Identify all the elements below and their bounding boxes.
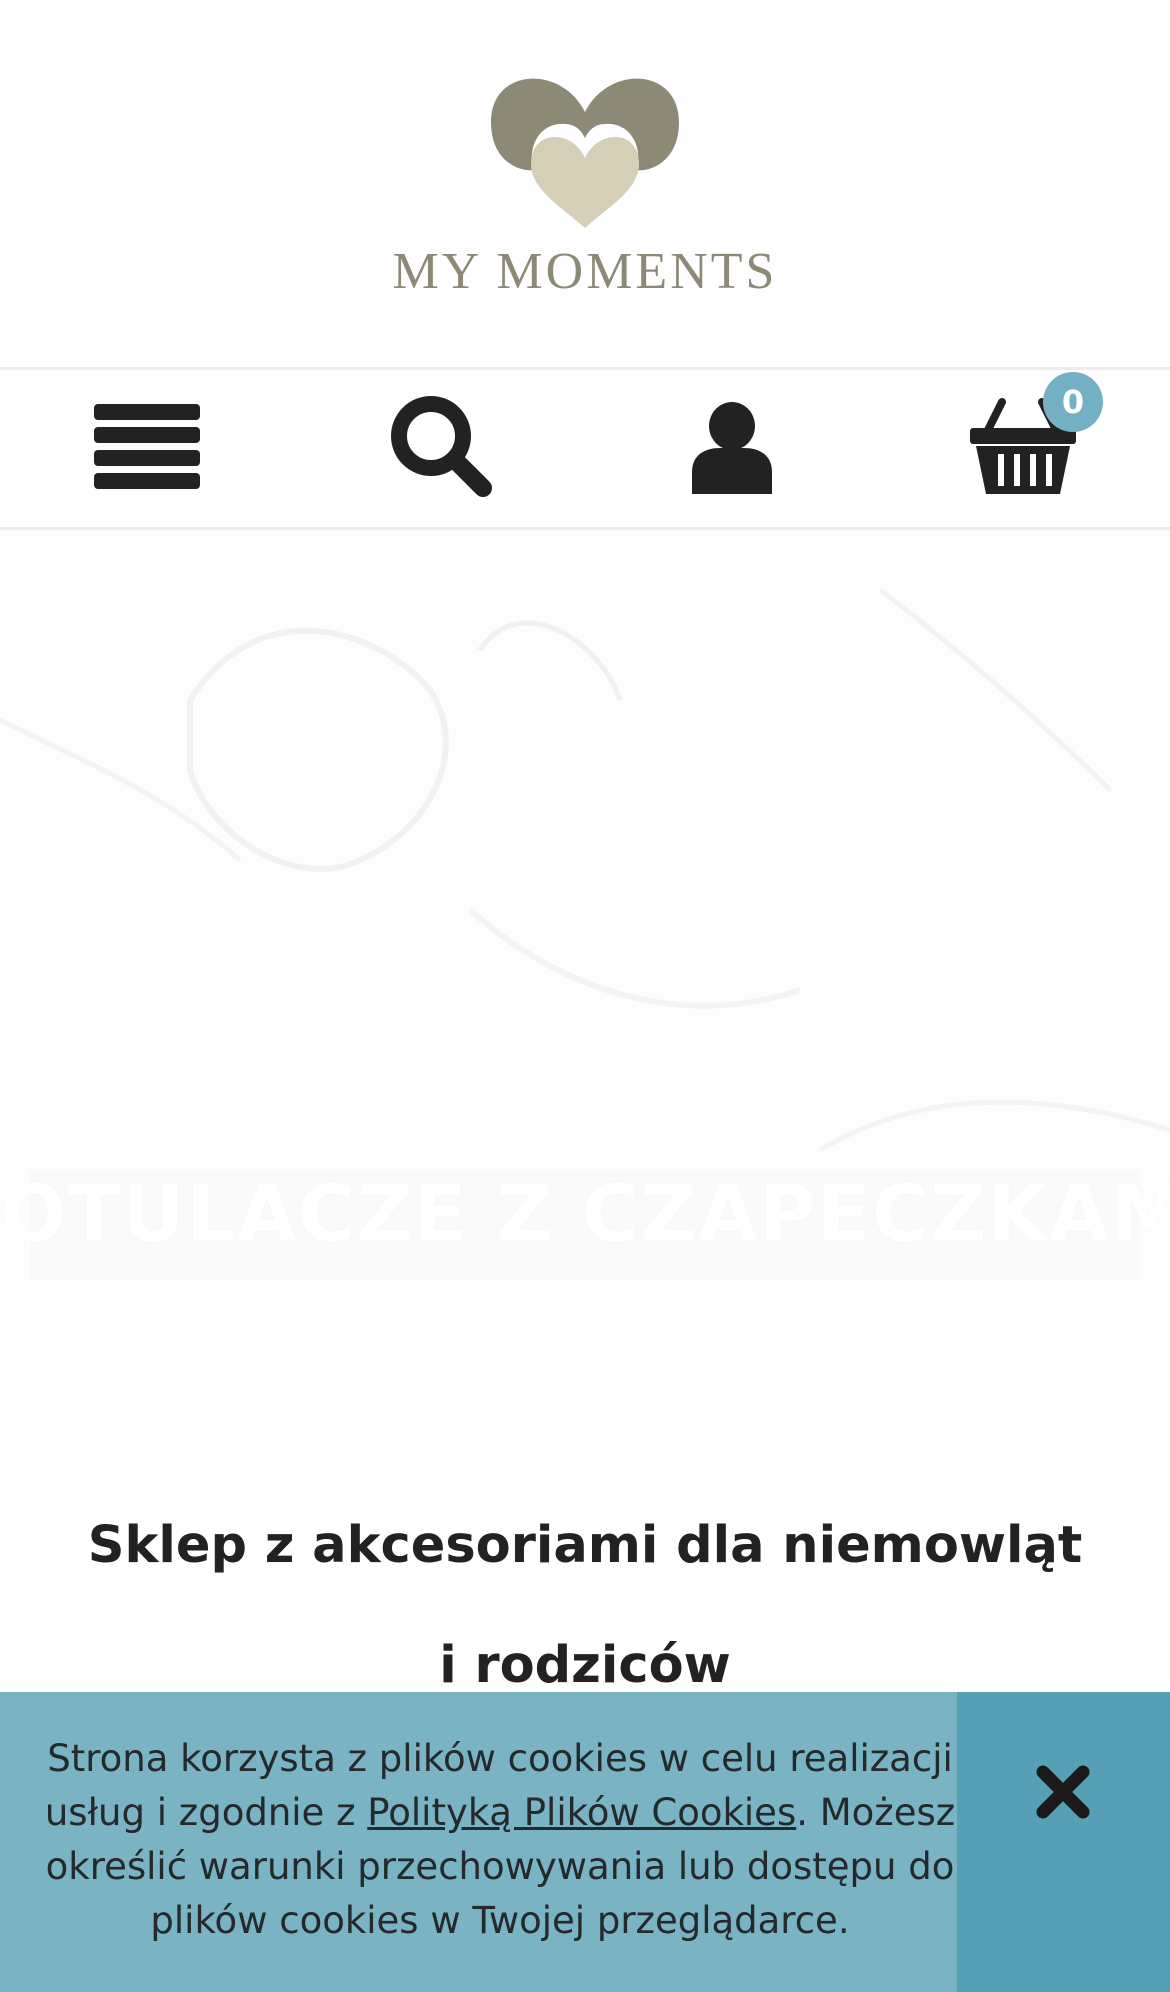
cookie-text-segment: usług i zgodnie z [44,1791,368,1834]
cookie-message: Strona korzysta z plików cookies w celu … [0,1732,1000,1948]
site-logo[interactable]: MY MOMENTS [363,72,807,300]
cookie-text-line: usług i zgodnie z Polityką Plików Cookie… [0,1786,1000,1840]
cookie-text-line: określić warunki przechowywania lub dost… [45,1845,955,1888]
account-button[interactable] [584,370,876,527]
user-icon [692,402,772,494]
hero-banner[interactable]: OTULACZE Z CZAPECZKAMI [0,530,1170,1318]
menu-button[interactable] [0,370,292,527]
cookie-close-button[interactable] [957,1692,1170,1992]
cookie-text-segment: . Możesz [796,1791,956,1834]
page-heading: Sklep z akcesoriami dla niemowląt i rodz… [87,1516,1083,1695]
menu-icon [94,404,200,489]
cart-count-badge: 0 [1043,372,1103,432]
cookie-banner: Strona korzysta z plików cookies w celu … [0,1692,1170,1992]
logo-wordmark: MY MOMENTS [392,243,778,300]
close-icon [1036,1765,1090,1819]
cookie-text-line: Strona korzysta z plików cookies w celu … [47,1737,953,1780]
search-icon [391,396,492,497]
cart-button[interactable] [876,370,1168,527]
heart-logo-icon [491,78,679,228]
search-button[interactable] [292,370,584,527]
hero-title: OTULACZE Z CZAPECZKAMI [0,1170,1170,1260]
site-header: MY MOMENTS [0,0,1170,370]
cookie-policy-link[interactable]: Polityką Plików Cookies [367,1791,796,1834]
icon-nav-bar [0,370,1170,530]
cookie-text-line: plików cookies w Twojej przeglądarce. [150,1899,850,1942]
